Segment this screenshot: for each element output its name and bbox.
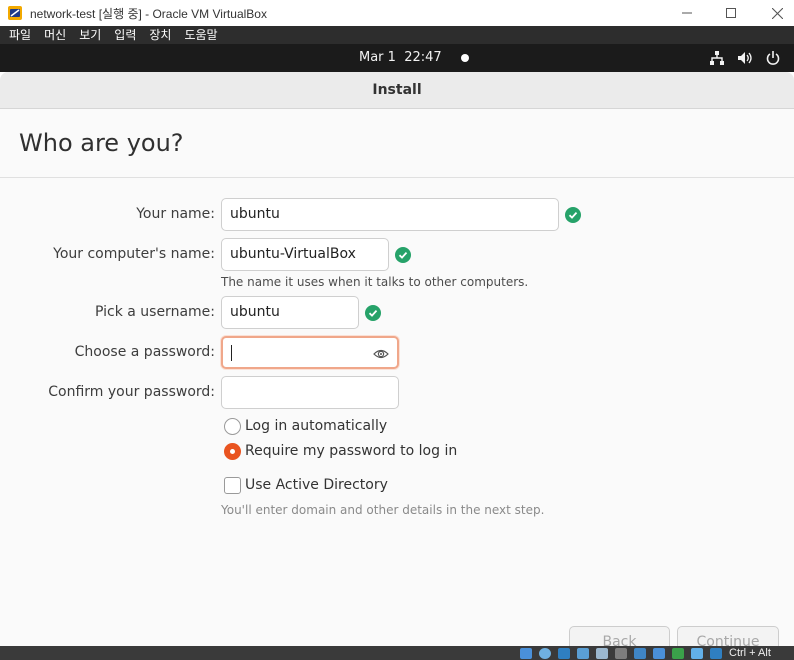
clock[interactable]: Mar 1 22:47 [359, 50, 442, 65]
recording-icon[interactable] [653, 648, 665, 659]
active-directory-checkbox[interactable] [224, 477, 241, 494]
shared-folders-icon[interactable] [615, 648, 627, 659]
valid-check-icon [395, 247, 411, 263]
back-button[interactable]: Back [569, 626, 670, 646]
password-label: Choose a password: [74, 344, 215, 360]
menu-input[interactable]: 입력 [105, 26, 136, 44]
valid-check-icon [365, 305, 381, 321]
usb-icon[interactable] [596, 648, 608, 659]
clock-time: 22:47 [404, 50, 442, 65]
close-icon [771, 7, 783, 19]
computer-name-label: Your computer's name: [53, 246, 215, 262]
your-name-input[interactable]: ubuntu [221, 198, 559, 231]
menu-file[interactable]: 파일 [0, 26, 31, 44]
show-password-icon[interactable] [373, 346, 389, 362]
menu-view[interactable]: 보기 [70, 26, 101, 44]
log-in-automatically-label[interactable]: Log in automatically [245, 418, 387, 434]
divider [0, 177, 794, 178]
vm-menu-bar: 파일 머신 보기 입력 장치 도움말 [0, 26, 794, 44]
display-icon[interactable] [634, 648, 646, 659]
menu-machine[interactable]: 머신 [35, 26, 66, 44]
active-directory-label[interactable]: Use Active Directory [245, 477, 388, 493]
confirm-password-label: Confirm your password: [48, 384, 215, 400]
virtualbox-app-icon [8, 6, 22, 20]
cpu-icon[interactable] [672, 648, 684, 659]
page-title: Who are you? [19, 129, 184, 157]
maximize-icon [726, 8, 736, 18]
hard-disk-icon[interactable] [520, 648, 532, 659]
network-icon[interactable] [709, 50, 725, 66]
minimize-button[interactable] [664, 0, 710, 26]
minimize-icon [682, 12, 692, 14]
computer-name-hint: The name it uses when it talks to other … [221, 275, 529, 289]
volume-icon[interactable] [737, 50, 753, 66]
gnome-top-bar: Mar 1 22:47 [0, 44, 794, 72]
menu-devices[interactable]: 장치 [140, 26, 171, 44]
continue-button[interactable]: Continue [677, 626, 779, 646]
host-key-label: Ctrl + Alt [729, 647, 771, 659]
active-directory-hint: You'll enter domain and other details in… [221, 503, 545, 517]
notification-dot-icon [461, 54, 469, 62]
host-title-bar: network-test [실행 중] - Oracle VM VirtualB… [0, 0, 794, 26]
username-input[interactable]: ubuntu [221, 296, 359, 329]
maximize-button[interactable] [708, 0, 754, 26]
text-caret [231, 345, 232, 361]
vm-status-bar: Ctrl + Alt [0, 646, 794, 660]
mouse-integration-icon[interactable] [691, 648, 703, 659]
clock-date: Mar 1 [359, 50, 396, 65]
installer-title: Install [372, 82, 422, 98]
password-input[interactable] [221, 336, 399, 369]
installer-header: Install [0, 72, 794, 109]
require-password-label[interactable]: Require my password to log in [245, 443, 457, 459]
log-in-automatically-radio[interactable] [224, 418, 241, 435]
menu-help[interactable]: 도움말 [175, 26, 217, 44]
require-password-radio[interactable] [224, 443, 241, 460]
network-adapter-icon[interactable] [577, 648, 589, 659]
your-name-label: Your name: [136, 206, 215, 222]
valid-check-icon [565, 207, 581, 223]
optical-drive-icon[interactable] [539, 648, 551, 659]
username-label: Pick a username: [94, 304, 215, 320]
audio-icon[interactable] [558, 648, 570, 659]
power-icon[interactable] [765, 50, 781, 66]
host-key-indicator-icon[interactable] [710, 648, 722, 659]
computer-name-input[interactable]: ubuntu-VirtualBox [221, 238, 389, 271]
installer-window: Install Who are you? Your name: ubuntu Y… [0, 72, 794, 646]
confirm-password-input[interactable] [221, 376, 399, 409]
window-title: network-test [실행 중] - Oracle VM VirtualB… [30, 7, 267, 21]
close-button[interactable] [754, 0, 794, 26]
